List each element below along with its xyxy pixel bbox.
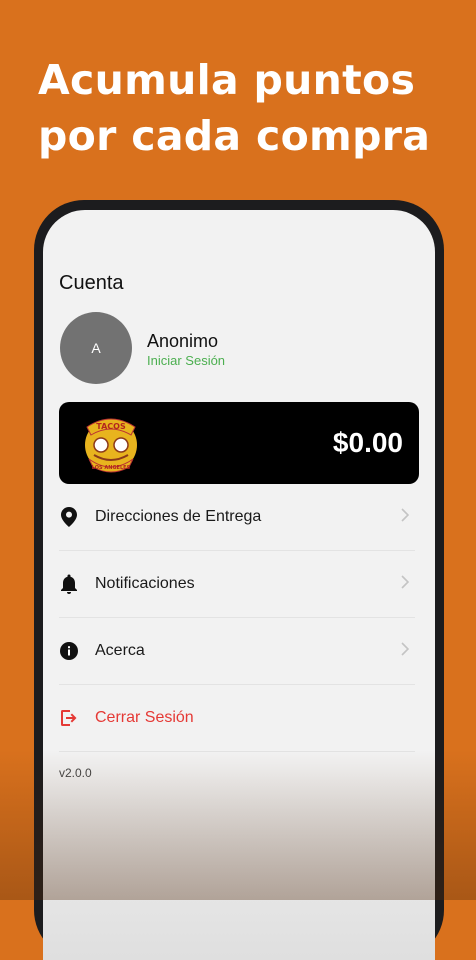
location-pin-icon [59, 507, 79, 527]
logo-text-bottom: LOS ANGELES [92, 465, 131, 471]
points-card[interactable]: TACOS LOS ANGELES $0.00 [59, 402, 419, 484]
chevron-right-icon [401, 575, 409, 589]
menu-item-direcciones[interactable]: Direcciones de Entrega [59, 484, 415, 551]
menu-label-direcciones: Direcciones de Entrega [95, 508, 262, 525]
user-name: Anonimo [147, 331, 219, 351]
tacos-logo: TACOS LOS ANGELES [85, 418, 137, 473]
menu-item-acerca[interactable]: Acerca [59, 618, 415, 685]
login-link[interactable]: Iniciar Sesión [147, 353, 225, 368]
promo-headline: Acumula puntos por cada compra [38, 52, 458, 164]
bell-icon [59, 574, 79, 594]
points-value: $0.00 [332, 427, 403, 458]
phone-frame: Cuenta A Anonimo Iniciar Sesión TACOS LO… [34, 200, 444, 960]
info-icon [59, 641, 79, 661]
logout-label: Cerrar Sesión [95, 709, 194, 726]
chevron-right-icon [401, 508, 409, 522]
avatar: A [60, 312, 132, 384]
menu-label-notificaciones: Notificaciones [95, 575, 195, 592]
avatar-initial: A [91, 340, 101, 356]
logout-button[interactable]: Cerrar Sesión [59, 685, 415, 752]
chevron-right-icon [401, 642, 409, 656]
logout-icon [59, 708, 79, 728]
account-screen: Cuenta A Anonimo Iniciar Sesión TACOS LO… [43, 210, 435, 960]
headline-line-2: por cada compra [38, 112, 431, 160]
headline-line-1: Acumula puntos [38, 56, 416, 104]
logo-text-top: TACOS [96, 422, 126, 431]
menu-item-notificaciones[interactable]: Notificaciones [59, 551, 415, 618]
page-title: Cuenta [59, 272, 124, 294]
menu-label-acerca: Acerca [95, 642, 145, 659]
account-menu: Direcciones de Entrega Notificaciones Ac… [59, 484, 415, 752]
